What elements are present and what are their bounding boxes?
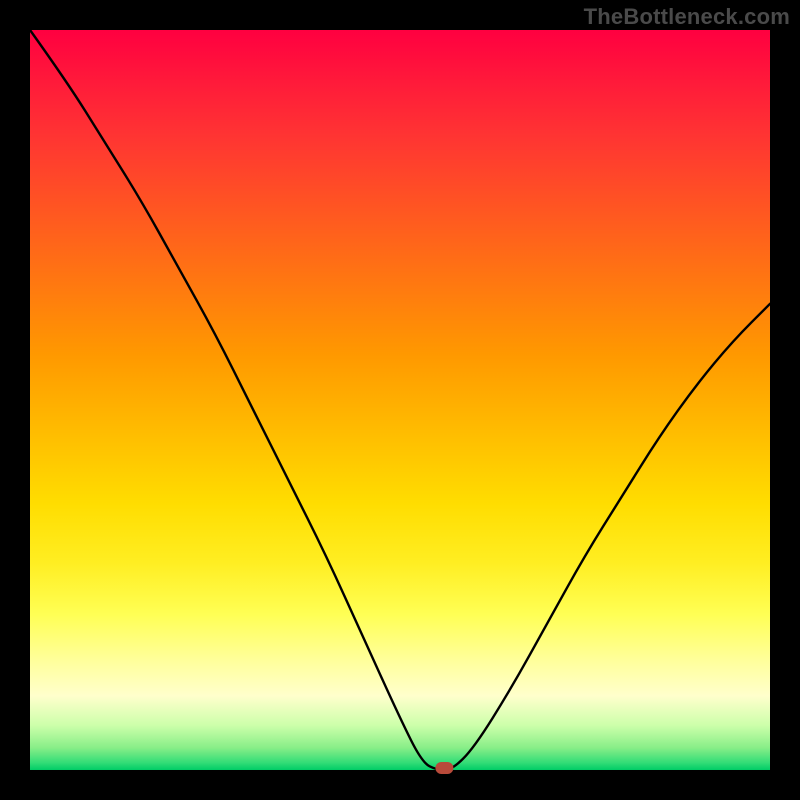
watermark-label: TheBottleneck.com bbox=[584, 4, 790, 30]
plot-area bbox=[30, 30, 770, 770]
chart-frame: TheBottleneck.com bbox=[0, 0, 800, 800]
bottleneck-curve bbox=[30, 30, 770, 770]
curve-layer bbox=[30, 30, 770, 770]
minimum-marker bbox=[435, 762, 453, 774]
